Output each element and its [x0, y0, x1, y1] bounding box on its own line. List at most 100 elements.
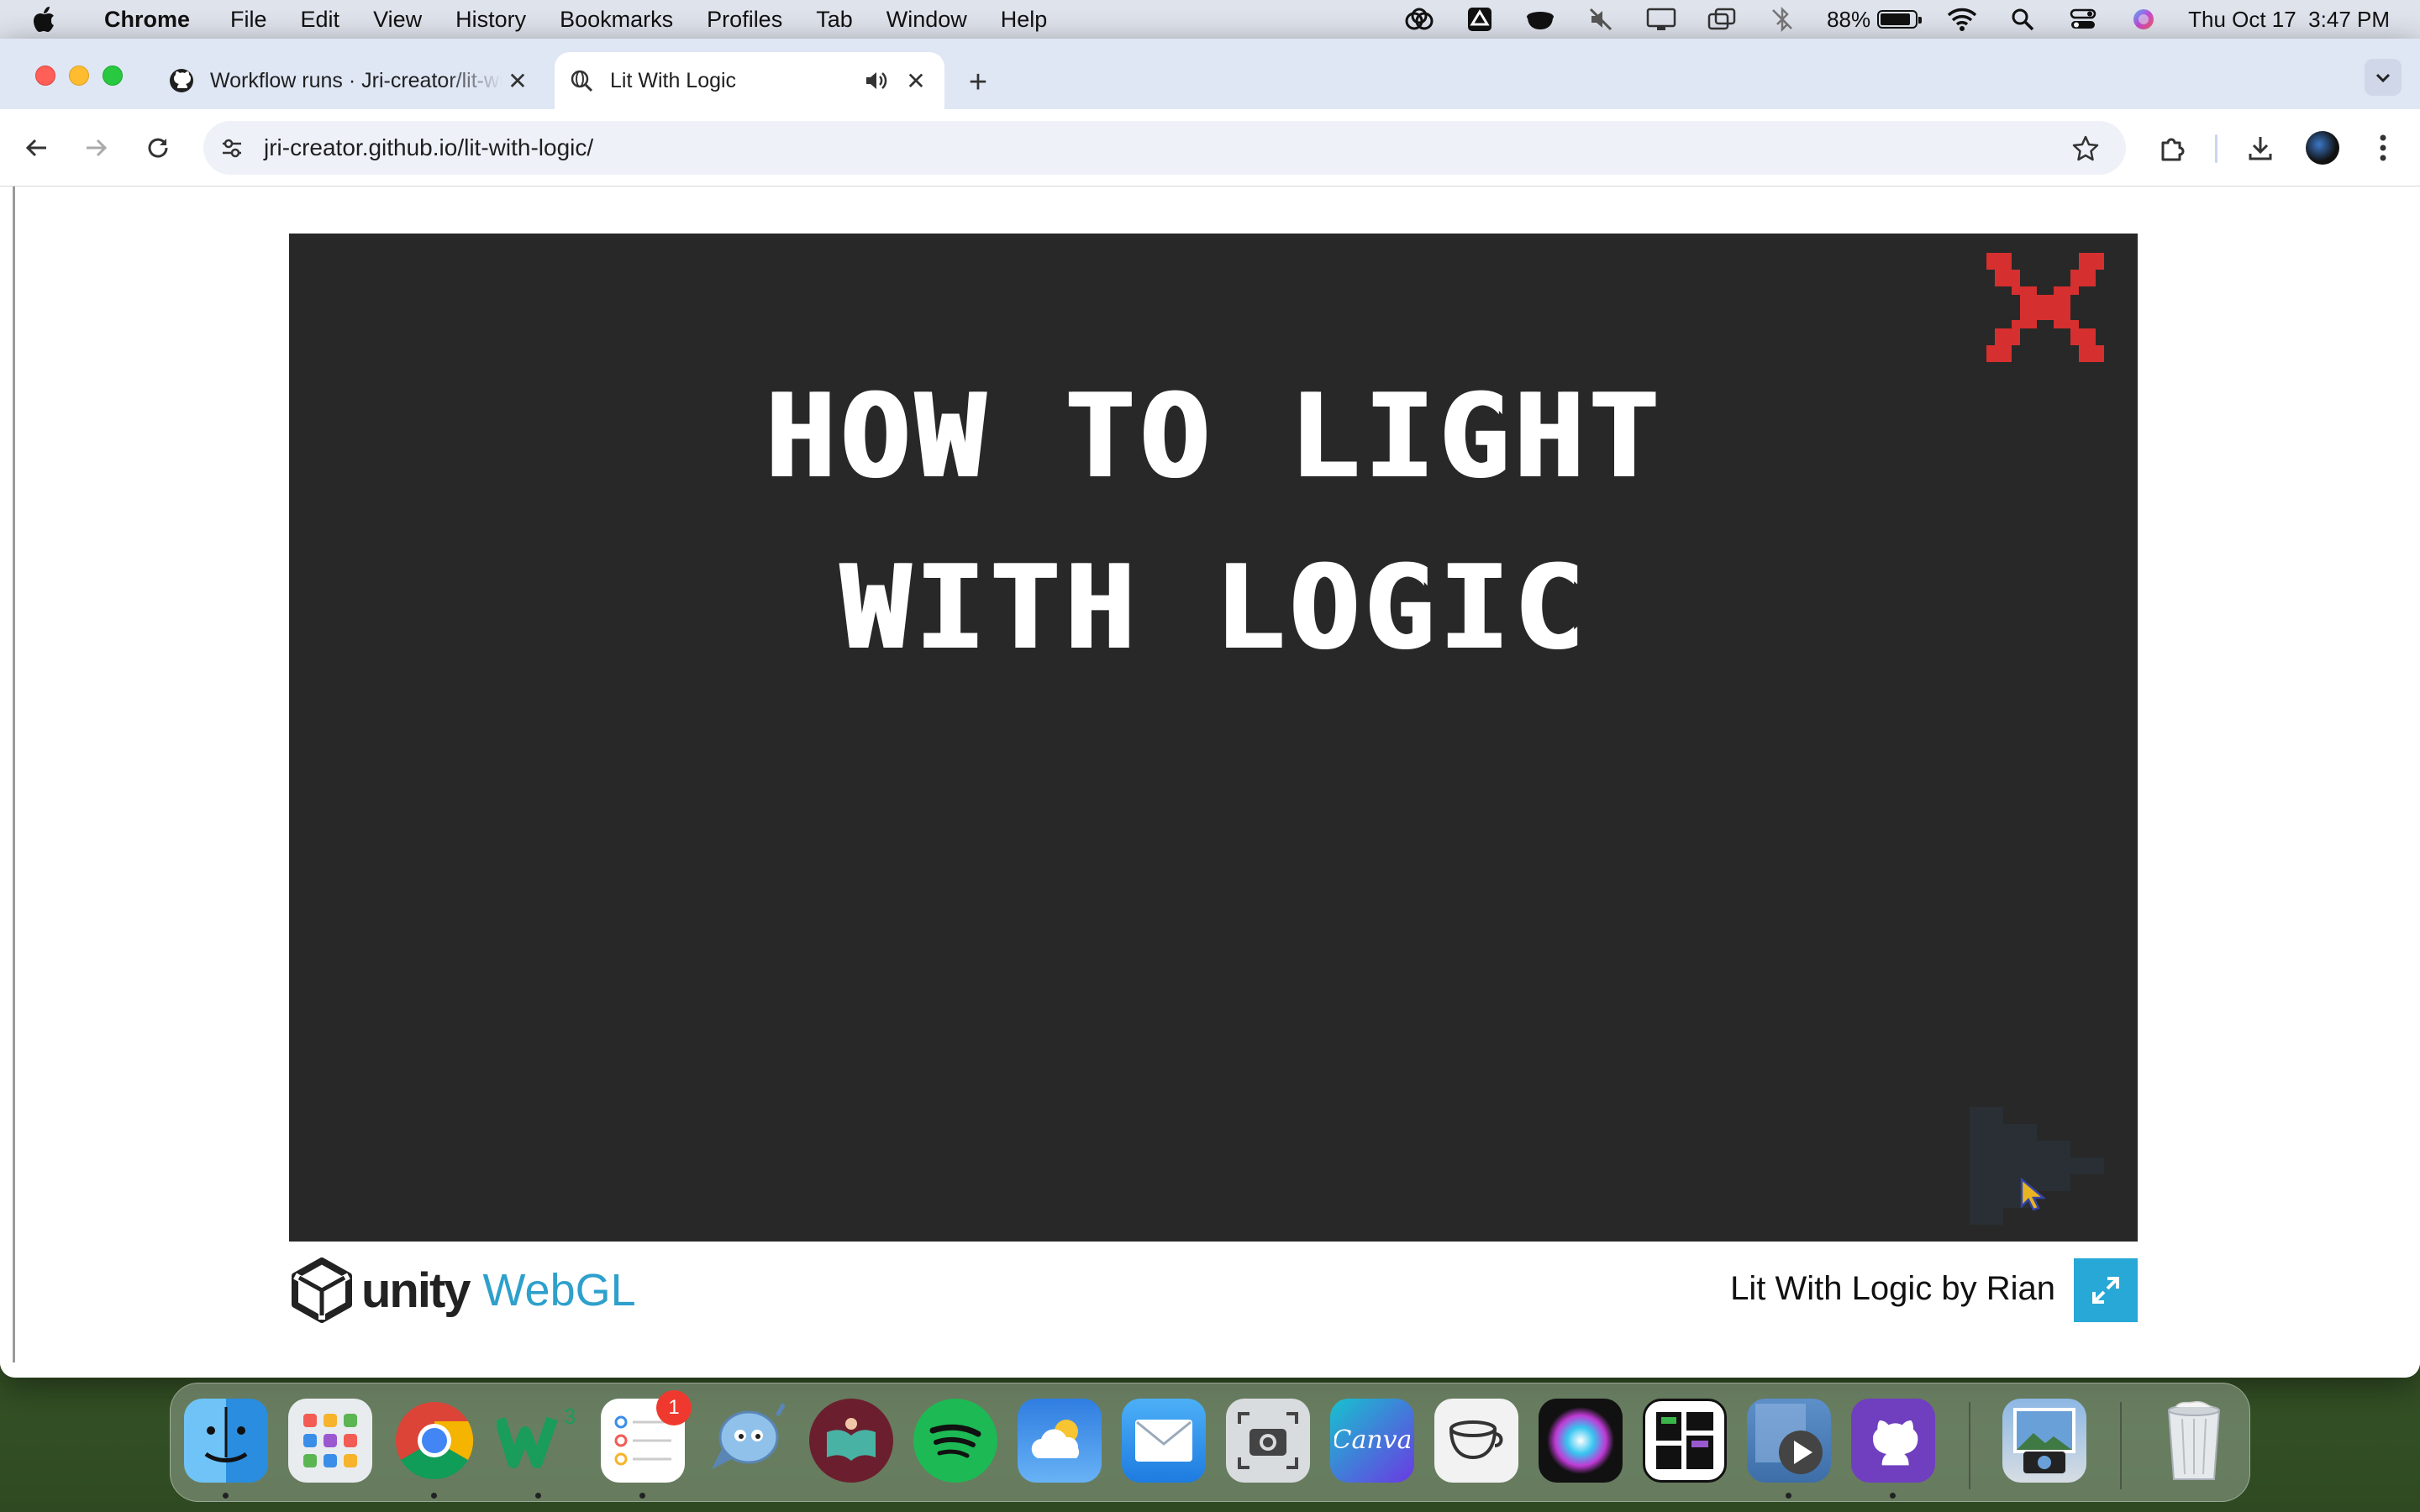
dock-webflow[interactable]: 3 — [497, 1399, 581, 1483]
coffee-icon[interactable] — [1524, 7, 1556, 32]
dock-amphetamine[interactable] — [1434, 1399, 1518, 1483]
spotlight-icon[interactable] — [2007, 7, 2039, 32]
tab-workflow-runs[interactable]: Workflow runs · Jri-creator/lit-with-log… — [151, 52, 546, 109]
tab-audio-icon[interactable] — [860, 66, 891, 96]
dock-screenshot[interactable] — [1226, 1399, 1310, 1483]
back-button[interactable] — [17, 128, 57, 168]
reload-button[interactable] — [138, 128, 178, 168]
tab-close-icon[interactable]: ✕ — [901, 66, 931, 96]
wifi-icon[interactable] — [1946, 7, 1978, 32]
apple-menu-icon[interactable] — [32, 5, 57, 34]
fullscreen-button[interactable] — [2074, 1258, 2138, 1322]
toolbar-divider — [2215, 134, 2217, 163]
menu-history[interactable]: History — [439, 0, 543, 39]
unity-footer: unity WebGL Lit With Logic by Rian — [289, 1253, 2138, 1329]
creative-cloud-icon[interactable] — [1403, 7, 1435, 32]
menu-tab[interactable]: Tab — [799, 0, 870, 39]
github-octocat-icon — [1873, 1420, 1918, 1466]
tab-search-button[interactable] — [2365, 59, 2402, 96]
dock-launchpad[interactable] — [288, 1399, 372, 1483]
menu-bar-clock[interactable]: Thu Oct 17 3:47 PM — [2188, 7, 2390, 33]
menu-view[interactable]: View — [356, 0, 439, 39]
web-page: HOW TO LIGHT WITH LOGIC unity WebGL Lit … — [0, 186, 2420, 1378]
reload-icon — [148, 138, 168, 158]
canva-logo-icon: Canva — [1334, 1425, 1410, 1455]
rocket-icon — [712, 1402, 786, 1469]
forward-button[interactable] — [76, 128, 116, 168]
dock-trash[interactable] — [2152, 1399, 2236, 1483]
tab-lit-with-logic[interactable]: Lit With Logic ✕ — [555, 52, 944, 109]
unity-game-canvas[interactable]: HOW TO LIGHT WITH LOGIC — [289, 234, 2138, 1242]
menu-profiles[interactable]: Profiles — [690, 0, 799, 39]
address-bar[interactable]: jri-creator.github.io/lit-with-logic/ — [203, 121, 2126, 175]
url-text[interactable]: jri-creator.github.io/lit-with-logic/ — [264, 134, 593, 161]
control-center-icon[interactable] — [2067, 7, 2099, 32]
new-tab-button[interactable]: + — [960, 64, 997, 101]
browser-toolbar: jri-creator.github.io/lit-with-logic/ — [0, 109, 2420, 186]
spotify-icon — [929, 1424, 981, 1458]
tab-close-icon[interactable]: ✕ — [502, 66, 533, 96]
display-icon[interactable] — [1645, 7, 1677, 32]
battery-percent: 88% — [1827, 6, 1871, 32]
svg-text:Canva: Canva — [1334, 1425, 1410, 1455]
bluetooth-off-icon[interactable] — [1766, 7, 1798, 32]
webflow-w-icon: 3 — [497, 1404, 576, 1468]
profile-avatar[interactable] — [2302, 128, 2343, 168]
site-info-icon[interactable] — [215, 131, 249, 165]
forward-arrow-icon — [87, 139, 108, 157]
dock-separator — [1969, 1402, 1970, 1489]
mosaic-windows-icon — [1656, 1412, 1713, 1469]
google-drive-icon[interactable] — [1464, 7, 1496, 32]
dock-preview[interactable] — [2002, 1399, 2086, 1483]
siri-icon[interactable] — [2128, 7, 2160, 32]
quicktime-play-icon — [1755, 1404, 1823, 1474]
dock-finder[interactable] — [184, 1399, 268, 1483]
kindle-book-icon — [827, 1418, 876, 1461]
window-close-button[interactable] — [35, 66, 55, 86]
menu-bar-status-area: 88% Thu Oct 17 3:47 PM — [1403, 0, 2390, 39]
dock-kindle[interactable] — [809, 1399, 893, 1483]
chrome-menu-icon[interactable] — [2363, 128, 2403, 168]
extensions-icon[interactable] — [2153, 128, 2193, 168]
unity-webgl-logo: unity WebGL — [289, 1257, 636, 1324]
page-left-border — [13, 186, 15, 1362]
back-arrow-icon — [25, 139, 46, 157]
dock-reminders[interactable]: 1 — [601, 1390, 692, 1483]
bookmark-star-icon[interactable] — [2069, 131, 2102, 165]
preview-photos-icon — [2013, 1408, 2075, 1473]
tab-title: Lit With Logic — [610, 68, 737, 92]
running-indicator — [223, 1493, 229, 1499]
launchpad-icon — [303, 1414, 357, 1467]
game-byline: Lit With Logic by Rian — [1730, 1270, 2055, 1307]
dock-canva[interactable]: Canva — [1330, 1399, 1414, 1483]
dock-weather[interactable] — [1018, 1399, 1102, 1483]
window-minimize-button[interactable] — [69, 66, 89, 86]
battery-icon — [1877, 10, 1923, 29]
downloads-icon[interactable] — [2240, 128, 2281, 168]
dock-mosaic[interactable] — [1643, 1399, 1727, 1483]
menu-edit[interactable]: Edit — [284, 0, 357, 39]
window-zoom-button[interactable] — [103, 66, 123, 86]
menu-bookmarks[interactable]: Bookmarks — [543, 0, 690, 39]
game-title-line1: HOW TO LIGHT — [764, 369, 1663, 504]
weather-cloud-sun-icon — [1031, 1420, 1080, 1458]
dock-quicktime[interactable] — [1747, 1399, 1831, 1483]
dock-rocket-typist[interactable] — [705, 1399, 789, 1483]
running-indicator — [639, 1493, 645, 1499]
game-close-x-icon[interactable] — [1986, 252, 2104, 363]
dock-google-chrome[interactable] — [392, 1399, 476, 1483]
battery-indicator[interactable]: 88% — [1827, 6, 1923, 33]
mute-icon[interactable] — [1585, 7, 1617, 32]
menu-help[interactable]: Help — [984, 0, 1065, 39]
dock-mail[interactable] — [1122, 1399, 1206, 1483]
menu-app-chrome[interactable]: Chrome — [87, 0, 213, 39]
screenshot-camera-icon — [1238, 1412, 1298, 1469]
screen-mirroring-icon[interactable] — [1706, 7, 1738, 32]
menu-window[interactable]: Window — [870, 0, 984, 39]
dock-siri[interactable] — [1539, 1399, 1623, 1483]
menu-file[interactable]: File — [213, 0, 284, 39]
dock-github-desktop[interactable] — [1851, 1399, 1935, 1483]
game-title-line2: WITH LOGIC — [839, 540, 1588, 675]
macos-dock: 3 1 Canva — [170, 1383, 2250, 1502]
dock-spotify[interactable] — [913, 1399, 997, 1483]
